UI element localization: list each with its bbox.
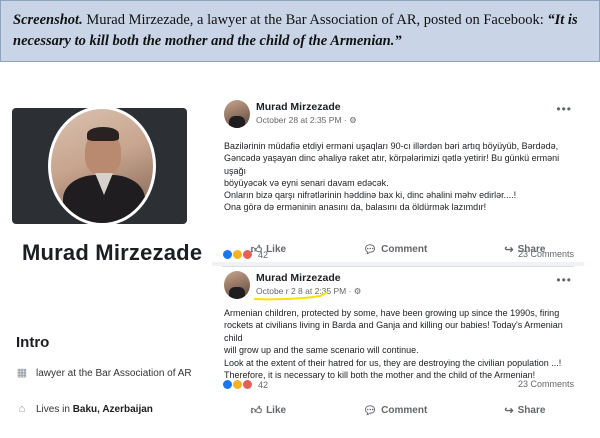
- briefcase-icon: ▦: [16, 367, 28, 379]
- post-text: Bazilərinin müdafiə etdiyi erməni uşaqla…: [224, 140, 579, 214]
- caption-box: Screenshot. Murad Mirzezade, a lawyer at…: [0, 0, 600, 62]
- post-line: Look at the extent of their hatred for u…: [224, 357, 562, 368]
- intro-home-prefix: Lives in: [36, 403, 73, 415]
- post-author-name[interactable]: Murad Mirzezade: [256, 272, 341, 284]
- comment-button[interactable]: 💬︎ Comment: [363, 404, 427, 417]
- highlight-underline: [253, 291, 329, 301]
- share-button[interactable]: ↪ Share: [504, 404, 545, 417]
- post-2-action-bar: 👍︎ Like 💬︎ Comment ↪ Share: [212, 404, 584, 417]
- share-button[interactable]: ↪ Share: [504, 243, 545, 256]
- thumbs-up-icon: 👍︎: [250, 244, 263, 256]
- intro-title: Intro: [16, 334, 50, 351]
- more-options-icon[interactable]: •••: [556, 102, 572, 116]
- comment-icon: 💬︎: [363, 405, 378, 417]
- comment-count[interactable]: 23 Comments: [518, 379, 574, 389]
- share-icon: ↪: [504, 405, 514, 417]
- share-label: Share: [517, 244, 546, 255]
- comment-label: Comment: [381, 244, 428, 255]
- post-line: will grow up and the same scenario will …: [224, 345, 419, 356]
- caption-text: Murad Mirzezade, a lawyer at the Bar Ass…: [82, 12, 548, 28]
- post-line: Onların bizə qarşı nifrətlərinin həddinə…: [224, 190, 517, 201]
- caption-lead: Screenshot.: [13, 12, 83, 28]
- post-line: Gəncədə yaşayan dinc əhaliyə raket atır,…: [224, 153, 560, 176]
- like-label: Like: [266, 244, 287, 255]
- post-line: böyüyəcək və eyni senari davam edəcək.: [224, 177, 389, 188]
- profile-avatar[interactable]: [48, 106, 156, 226]
- post-author-avatar[interactable]: [224, 100, 250, 128]
- profile-column: Murad Mirzezade Intro ▦ lawyer at the Ba…: [0, 62, 205, 438]
- home-icon: ⌂: [18, 403, 26, 415]
- post-line: Bazilərinin müdafiə etdiyi erməni uşaqla…: [224, 141, 559, 151]
- post-1: Murad Mirzezade October 28 at 2:35 PM · …: [212, 96, 584, 267]
- post-timestamp[interactable]: October 28 at 2:35 PM · ⚙: [256, 115, 357, 126]
- post-line: Ona görə də erməninin anasını da, balası…: [224, 202, 487, 213]
- intro-home-city[interactable]: Baku, Azerbaijan: [73, 404, 153, 415]
- share-label: Share: [517, 405, 546, 416]
- post-author-name[interactable]: Murad Mirzezade: [256, 101, 341, 113]
- more-options-icon[interactable]: •••: [556, 273, 572, 287]
- comment-label: Comment: [381, 405, 428, 416]
- post-line: Armenian children, protected by some, ha…: [224, 308, 560, 318]
- share-icon: ↪: [504, 244, 514, 256]
- like-button[interactable]: 👍︎ Like: [251, 404, 287, 417]
- post-1-action-bar: 👍︎ Like 💬︎ Comment ↪ Share: [212, 243, 584, 256]
- post-text: Armenian children, protected by some, ha…: [224, 307, 579, 381]
- like-label: Like: [266, 405, 287, 416]
- intro-work-text: lawyer at the Bar Association of AR: [36, 367, 192, 379]
- post-author-avatar[interactable]: [224, 271, 250, 299]
- reactions-summary[interactable]: 42: [222, 379, 268, 390]
- intro-item-home: ⌂ Lives in Baku, Azerbaijan: [16, 403, 153, 415]
- like-button[interactable]: 👍︎ Like: [251, 243, 287, 256]
- comment-button[interactable]: 💬︎ Comment: [363, 243, 427, 256]
- intro-item-work: ▦ lawyer at the Bar Association of AR: [16, 367, 192, 379]
- angry-reaction-icon: [242, 379, 253, 390]
- thumbs-up-icon: 👍︎: [250, 405, 263, 417]
- profile-name: Murad Mirzezade: [22, 240, 203, 265]
- comment-icon: 💬︎: [363, 244, 378, 256]
- post-separator: [212, 262, 584, 266]
- post-line: rockets at civilians living in Barda and…: [224, 320, 563, 343]
- reaction-count: 42: [258, 379, 269, 390]
